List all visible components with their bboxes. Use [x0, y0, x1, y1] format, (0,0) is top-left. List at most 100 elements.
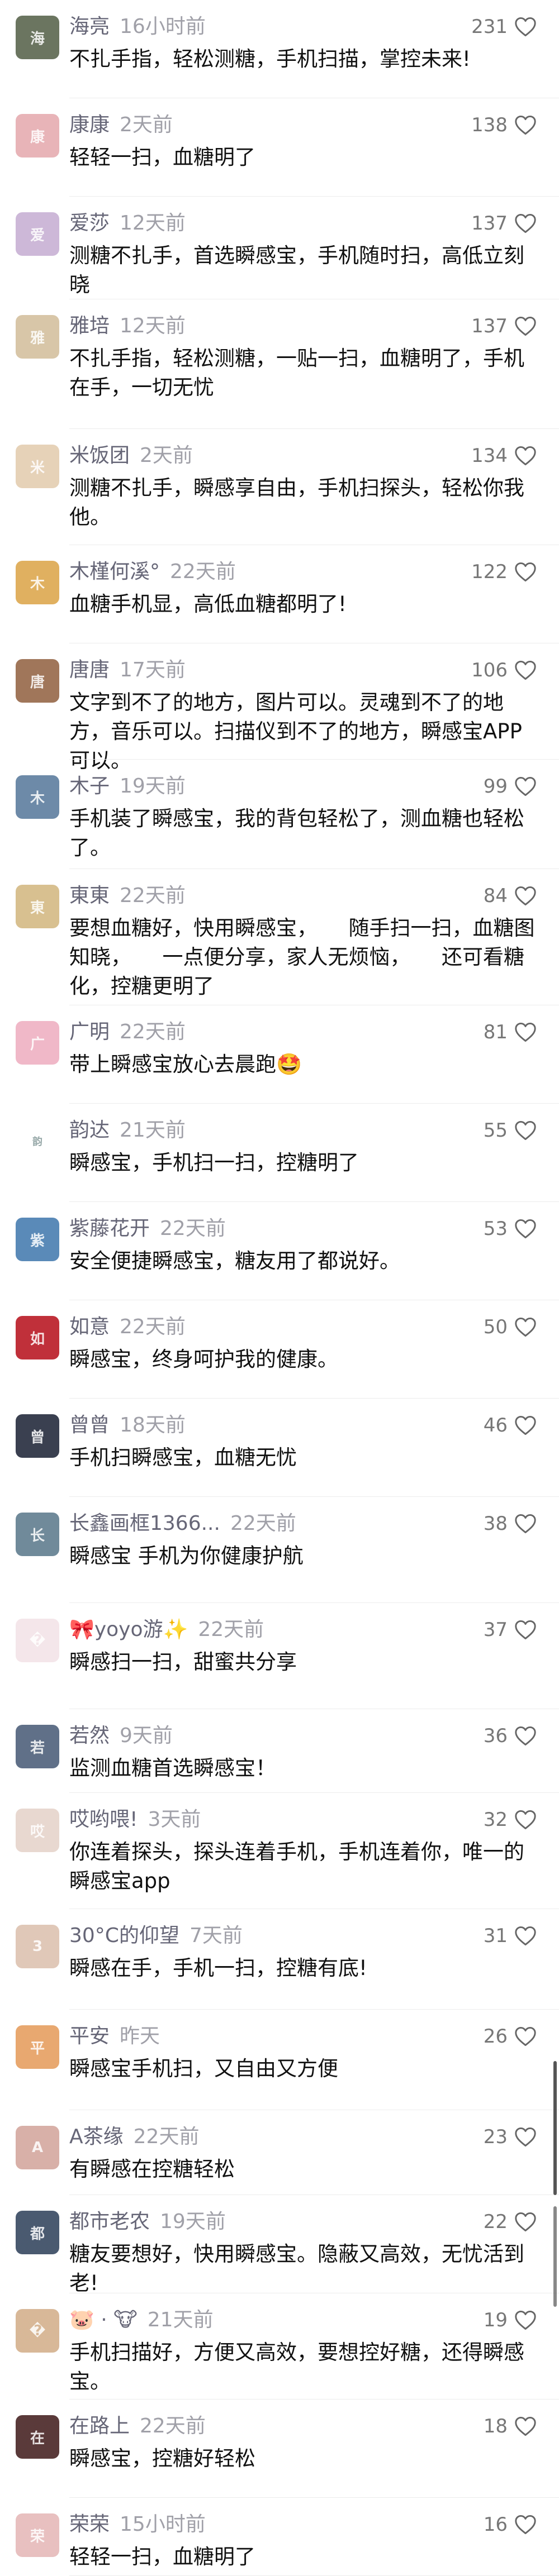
portrait-avatar-icon[interactable]: A [16, 2126, 59, 2169]
card-avatar-icon[interactable]: 哎 [16, 1809, 59, 1852]
comment-item[interactable]: 雅 雅培 12天前 137 不扎手指，轻松测糖，一贴一扫，血糖明了，手机在手，一切无忧 [0, 299, 559, 429]
pet-avatar-icon[interactable]: � [16, 2309, 59, 2353]
like-button[interactable]: 31 [484, 1925, 537, 1947]
heart-icon[interactable] [514, 17, 537, 37]
like-button[interactable]: 32 [484, 1809, 537, 1831]
portrait-avatar-icon[interactable]: 曾 [16, 1414, 59, 1458]
heart-icon[interactable] [514, 1120, 537, 1141]
like-button[interactable]: 55 [484, 1119, 537, 1142]
like-button[interactable]: 137 [471, 315, 537, 337]
like-button[interactable]: 84 [484, 885, 537, 907]
heart-icon[interactable] [514, 660, 537, 680]
photo-avatar-icon[interactable]: 米 [16, 445, 59, 488]
username[interactable]: 海亮 [69, 15, 110, 38]
like-button[interactable]: 23 [484, 2126, 537, 2148]
landscape-avatar-icon[interactable]: 紫 [16, 1218, 59, 1261]
username[interactable]: 广明 [69, 1020, 110, 1043]
heart-icon[interactable] [514, 213, 537, 233]
comment-item[interactable]: 木 木槿何溪° 22天前 122 血糖手机显，高低血糖都明了! [0, 545, 559, 643]
like-button[interactable]: 137 [471, 212, 537, 235]
username[interactable]: 雅培 [69, 314, 110, 337]
like-button[interactable]: 81 [484, 1021, 537, 1043]
comment-item[interactable]: 木 木子 19天前 99 手机装了瞬感宝，我的背包轻松了，测血糖也轻松了。 [0, 760, 559, 869]
comment-item[interactable]: 平 平安 昨天 26 瞬感宝手机扫，又自由又方便 [0, 2010, 559, 2110]
seal-avatar-icon[interactable]: 如 [16, 1316, 59, 1359]
like-button[interactable]: 19 [484, 2309, 537, 2331]
heart-icon[interactable] [514, 446, 537, 466]
comment-item[interactable]: 曾曾曾 18天前 46 手机扫瞬感宝，血糖无忧 [0, 1399, 559, 1497]
photo-avatar-icon[interactable]: 若 [16, 1725, 59, 1768]
comment-item[interactable]: 海 海亮 16小时前 231 不扎手指，轻松测糖，手机扫描，掌控未来! [0, 0, 559, 98]
username[interactable]: 紫藤花开 [69, 1217, 150, 1240]
heart-icon[interactable] [514, 2026, 537, 2047]
heart-icon[interactable] [514, 115, 537, 135]
comment-item[interactable]: � 🎀yoyo游✨ 22天前 37 瞬感扫一扫，甜蜜共分享 [0, 1603, 559, 1709]
like-button[interactable]: 50 [484, 1316, 537, 1338]
heart-icon[interactable] [514, 2310, 537, 2330]
photo-avatar-icon[interactable]: 长 [16, 1513, 59, 1556]
heart-icon[interactable] [514, 1415, 537, 1435]
photo-avatar-icon[interactable]: 東 [16, 885, 59, 928]
username[interactable]: 哎哟喂! [69, 1808, 138, 1831]
like-button[interactable]: 46 [484, 1414, 537, 1437]
username[interactable]: 荣荣 [69, 2513, 110, 2536]
comment-item[interactable]: 爱 爱莎 12天前 137 测糖不扎手，首选瞬感宝，手机随时扫，高低立刻晓 [0, 197, 559, 299]
like-button[interactable]: 38 [484, 1513, 537, 1535]
username[interactable]: 曾曾 [69, 1414, 110, 1437]
username[interactable]: 平安 [69, 2025, 110, 2048]
username[interactable]: 都市老农 [69, 2210, 150, 2233]
heart-icon[interactable] [514, 2212, 537, 2232]
portrait-avatar-icon[interactable]: 在 [16, 2415, 59, 2459]
heart-icon[interactable] [514, 886, 537, 906]
baby-avatar-icon[interactable]: 3 [16, 1925, 59, 1968]
cartoon-avatar-icon[interactable]: 康 [16, 114, 59, 158]
comment-item[interactable]: 米 米饭团 2天前 134 测糖不扎手，瞬感享自由，手机扫探头，轻松你我他。 [0, 429, 559, 545]
username[interactable]: A茶缘 [69, 2125, 124, 2148]
like-button[interactable]: 134 [471, 445, 537, 467]
comment-item[interactable]: 東東東 22天前 84 要想血糖好，快用瞬感宝， 随手扫一扫，血糖图知晓， 一点便分享… [0, 869, 559, 1005]
photo-avatar-icon[interactable]: 雅 [16, 315, 59, 359]
landscape-avatar-icon[interactable]: 木 [16, 775, 59, 819]
photo-avatar-icon[interactable]: 海 [16, 16, 59, 59]
heart-icon[interactable] [514, 1022, 537, 1042]
photo-avatar-icon[interactable]: 平 [16, 2025, 59, 2069]
comment-item[interactable]: 都 都市老农 19天前 22 糖友要想好，快用瞬感宝。隐蔽又高效，无忧活到老! [0, 2195, 559, 2295]
username[interactable]: 木槿何溪° [69, 560, 160, 583]
small-figure-avatar-icon[interactable]: 韵 [16, 1119, 59, 1163]
comment-item[interactable]: 荣荣荣 15小时前 16 轻轻一扫，血糖明了 [0, 2498, 559, 2576]
username[interactable]: 🎀yoyo游✨ [69, 1618, 188, 1641]
comment-item[interactable]: � 🐷 · 🐮 21天前 19 手机扫描好，方便又高效，要想控好糖，还得瞬感宝。 [0, 2293, 559, 2400]
comment-item[interactable]: 韵 韵达 21天前 55 瞬感宝，手机扫一扫，控糖明了 [0, 1104, 559, 1202]
scrollbar-lower[interactable] [553, 2206, 557, 2307]
like-button[interactable]: 36 [484, 1725, 537, 1747]
heart-icon[interactable] [514, 1926, 537, 1946]
heart-icon[interactable] [514, 1317, 537, 1337]
heart-icon[interactable] [514, 562, 537, 582]
username[interactable]: 爱莎 [69, 212, 110, 235]
heart-icon[interactable] [514, 2416, 537, 2436]
comment-item[interactable]: 如 如意 22天前 50 瞬感宝，终身呵护我的健康。 [0, 1300, 559, 1399]
username[interactable]: 木子 [69, 775, 110, 798]
username[interactable]: 若然 [69, 1724, 110, 1747]
like-button[interactable]: 53 [484, 1218, 537, 1240]
heart-icon[interactable] [514, 1219, 537, 1239]
heart-icon[interactable] [514, 2515, 537, 2535]
like-button[interactable]: 16 [484, 2513, 537, 2536]
comment-item[interactable]: 康康康 2天前 138 轻轻一扫，血糖明了 [0, 98, 559, 197]
like-button[interactable]: 26 [484, 2025, 537, 2048]
heart-icon[interactable] [514, 1810, 537, 1830]
comment-item[interactable]: 在 在路上 22天前 18 瞬感宝，控糖好轻松 [0, 2400, 559, 2498]
like-button[interactable]: 122 [471, 561, 537, 583]
username[interactable]: 唐唐 [69, 659, 110, 681]
username[interactable]: 30°C的仰望 [69, 1924, 179, 1947]
username[interactable]: 米饭团 [69, 444, 130, 467]
like-button[interactable]: 138 [471, 114, 537, 136]
heart-icon[interactable] [514, 1620, 537, 1640]
like-button[interactable]: 231 [471, 16, 537, 38]
scrollbar[interactable] [553, 2061, 557, 2195]
comment-item[interactable]: 3 30°C的仰望 7天前 31 瞬感在手，手机一扫，控糖有底! [0, 1909, 559, 2010]
like-button[interactable]: 22 [484, 2211, 537, 2233]
heart-icon[interactable] [514, 316, 537, 336]
coffee-avatar-icon[interactable]: 唐 [16, 659, 59, 703]
like-button[interactable]: 99 [484, 775, 537, 798]
